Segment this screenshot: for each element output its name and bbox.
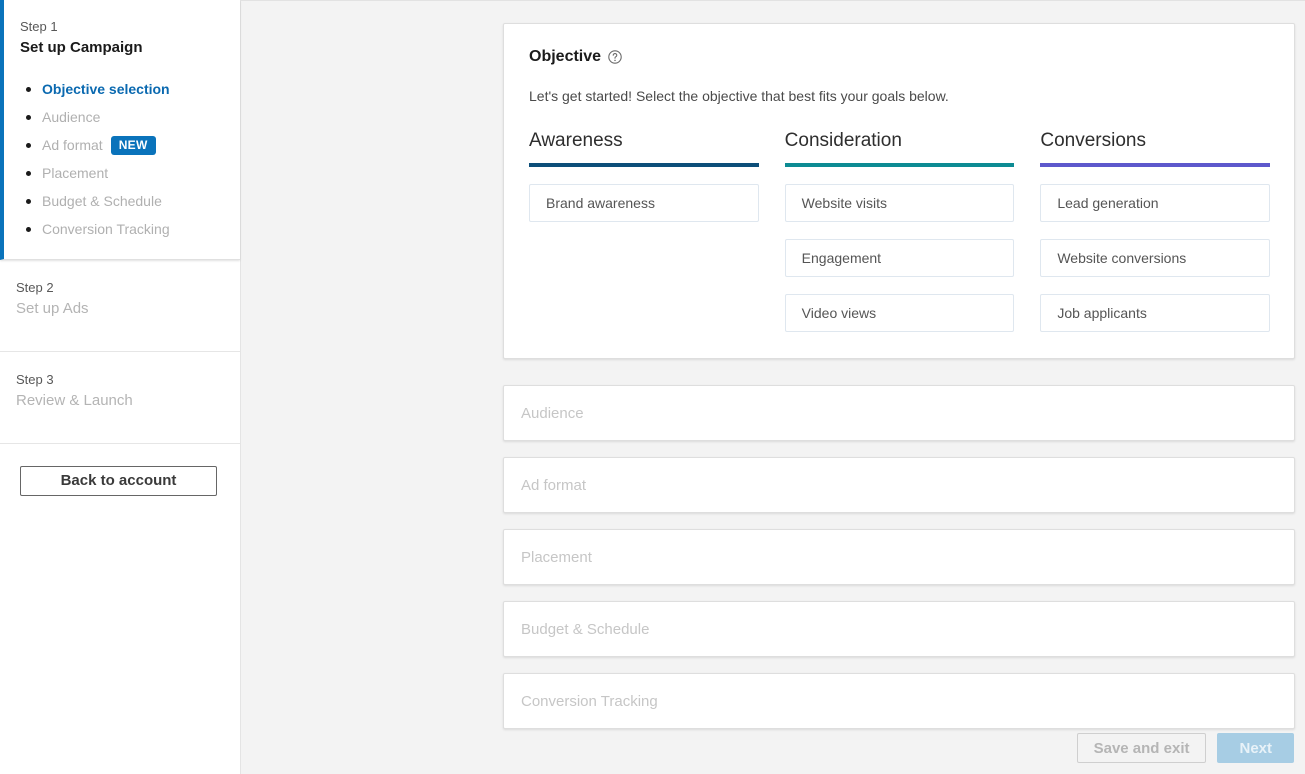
section-title: Budget & Schedule (521, 620, 650, 638)
step-block-2[interactable]: Step 2 Set up Ads (0, 260, 240, 352)
objective-option-job-applicants[interactable]: Job applicants (1040, 294, 1271, 332)
help-circle-icon[interactable] (608, 50, 622, 64)
sidebar-item-label: Budget & Schedule (42, 193, 162, 209)
sidebar-item-ad-format[interactable]: Ad format NEW (20, 131, 220, 159)
next-button[interactable]: Next (1217, 733, 1294, 763)
new-badge: NEW (110, 135, 156, 155)
back-to-account-button[interactable]: Back to account (20, 466, 217, 496)
sidebar-item-objective-selection[interactable]: Objective selection (20, 75, 220, 103)
objective-column-accent-rule (529, 163, 759, 167)
campaign-setup-page: Step 1 Set up Campaign Objective selection… (0, 0, 1305, 774)
bullet-icon (26, 198, 31, 204)
objective-option-label: Job applicants (1057, 305, 1147, 321)
objective-option-label: Engagement (801, 250, 882, 266)
sidebar-item-label: Objective selection (42, 81, 170, 97)
sidebar-item-audience[interactable]: Audience (20, 103, 220, 131)
objective-column-accent-rule (1040, 163, 1271, 167)
step-inner: Step 3 Review & Launch (0, 352, 240, 443)
objective-option-website-conversions[interactable]: Website conversions (1040, 239, 1271, 277)
collapsed-sections: Audience Ad format Placement Budget & Sched… (503, 385, 1295, 729)
objective-option-label: Brand awareness (546, 195, 655, 211)
sidebar-footer: Back to account (0, 444, 240, 496)
objective-subtitle: Let's get started! Select the objective … (529, 88, 949, 104)
step-inner: Step 1 Set up Campaign Objective selection… (4, 0, 240, 259)
section-placement[interactable]: Placement (503, 529, 1295, 585)
step-number-label: Step 2 (16, 280, 54, 295)
page-title: Objective (529, 48, 602, 65)
save-and-exit-button[interactable]: Save and exit (1076, 733, 1207, 763)
sidebar: Step 1 Set up Campaign Objective selection… (0, 0, 241, 774)
sidebar-item-label: Ad format (42, 137, 103, 153)
objective-column-title: Awareness (529, 130, 623, 151)
bullet-icon (26, 114, 31, 120)
step-block-1: Step 1 Set up Campaign Objective selection… (0, 0, 240, 260)
sidebar-item-label: Placement (42, 165, 109, 181)
section-budget-schedule[interactable]: Budget & Schedule (503, 601, 1295, 657)
step-title: Set up Campaign (20, 39, 143, 56)
bullet-icon (26, 142, 31, 148)
objective-option-label: Lead generation (1057, 195, 1159, 211)
step-number-label: Step 1 (20, 19, 58, 34)
objective-option-engagement[interactable]: Engagement (784, 239, 1015, 277)
objective-card: Objective Let's get started! Select the … (503, 23, 1295, 359)
bullet-icon (26, 170, 31, 176)
objective-column-consideration: Consideration Website visits Engagement Vid… (784, 129, 1015, 332)
section-audience[interactable]: Audience (503, 385, 1295, 441)
bullet-icon (26, 86, 31, 92)
substep-list: Objective selection Audience Ad format NEW P… (20, 75, 220, 243)
objective-column-conversions: Conversions Lead generation Website conver… (1040, 129, 1271, 332)
objective-option-label: Website visits (801, 195, 887, 211)
main-content: Objective Let's get started! Select the … (241, 0, 1305, 774)
step-title: Set up Ads (16, 300, 89, 317)
footer-actions: Save and exit Next (1076, 733, 1294, 763)
objective-option-website-visits[interactable]: Website visits (784, 184, 1015, 222)
objective-option-lead-generation[interactable]: Lead generation (1040, 184, 1271, 222)
step-list: Step 1 Set up Campaign Objective selection… (0, 0, 240, 444)
sidebar-item-budget-schedule[interactable]: Budget & Schedule (20, 187, 220, 215)
objective-columns: Awareness Brand awareness Consideration Web… (529, 129, 1271, 332)
objective-column-title: Conversions (1040, 130, 1146, 151)
section-ad-format[interactable]: Ad format (503, 457, 1295, 513)
section-conversion-tracking[interactable]: Conversion Tracking (503, 673, 1295, 729)
step-block-3[interactable]: Step 3 Review & Launch (0, 352, 240, 444)
objective-column-title: Consideration (784, 130, 902, 151)
objective-column-awareness: Awareness Brand awareness (529, 129, 759, 332)
campaign-form: Objective Let's get started! Select the … (503, 23, 1295, 729)
step-title: Review & Launch (16, 392, 133, 409)
section-title: Conversion Tracking (521, 692, 658, 710)
step-number-label: Step 3 (16, 372, 54, 387)
sidebar-item-placement[interactable]: Placement (20, 159, 220, 187)
objective-heading-row: Objective (529, 48, 1270, 66)
objective-option-label: Video views (801, 305, 877, 321)
sidebar-item-label: Conversion Tracking (42, 221, 170, 237)
sidebar-item-conversion-tracking[interactable]: Conversion Tracking (20, 215, 220, 243)
step-inner: Step 2 Set up Ads (0, 260, 240, 351)
sidebar-item-label: Audience (42, 109, 101, 125)
section-title: Ad format (521, 476, 587, 494)
objective-option-video-views[interactable]: Video views (784, 294, 1015, 332)
objective-option-brand-awareness[interactable]: Brand awareness (529, 184, 759, 222)
section-title: Audience (521, 404, 584, 422)
objective-option-label: Website conversions (1057, 250, 1187, 266)
objective-column-accent-rule (784, 163, 1015, 167)
bullet-icon (26, 226, 31, 232)
section-title: Placement (521, 548, 592, 566)
